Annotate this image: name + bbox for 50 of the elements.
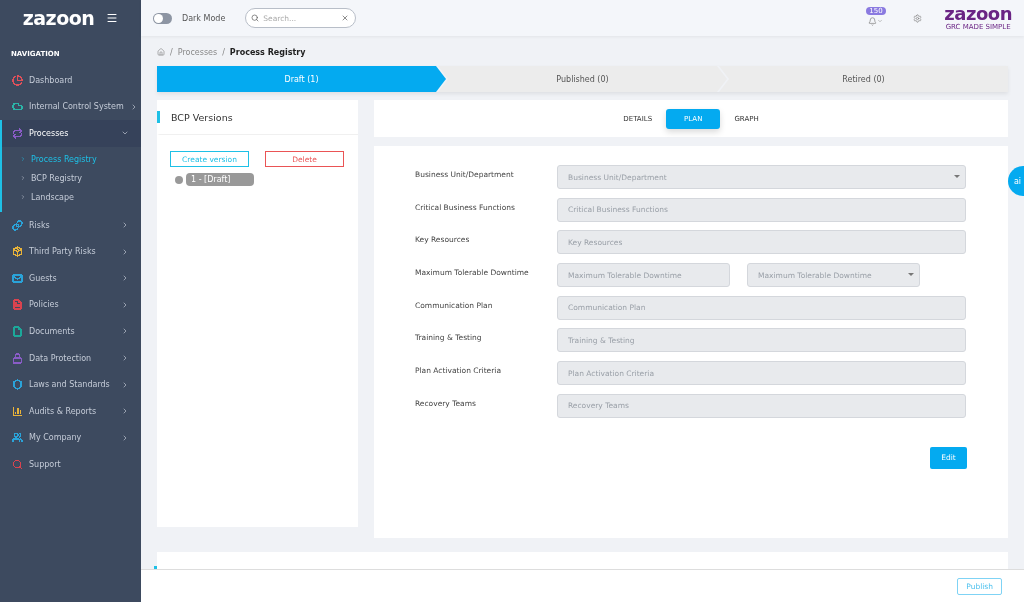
bell-icon — [868, 16, 878, 26]
search-icon — [251, 14, 260, 22]
card-title: BCP Versions — [171, 111, 233, 123]
chevron-right-icon — [121, 300, 129, 309]
caret-icon — [908, 273, 914, 277]
settings-icon[interactable] — [913, 13, 923, 23]
close-icon[interactable] — [341, 14, 350, 22]
nav-item[interactable]: Processes — [0, 120, 141, 147]
chevron-right-icon — [20, 194, 26, 201]
submenu-item[interactable]: Landscape — [2, 187, 141, 207]
logo: zazoon — [22, 7, 95, 29]
nav-item[interactable]: Risks — [0, 211, 141, 239]
chevron-right-icon — [121, 327, 129, 336]
chevron-right-icon — [121, 407, 129, 416]
home-icon[interactable] — [157, 48, 165, 56]
chevron-right-icon — [20, 156, 26, 163]
chevron-down-icon — [877, 18, 884, 24]
breadcrumb-link[interactable]: Processes — [177, 47, 218, 57]
nav-item[interactable]: Data Protection — [0, 344, 141, 372]
menu-icon[interactable] — [106, 12, 119, 24]
nav-item[interactable]: Laws and Standards — [0, 371, 141, 398]
status-step[interactable]: Retired (0) — [719, 66, 1008, 92]
chevron-right-icon — [121, 433, 129, 442]
submenu-item[interactable]: Process Registry — [2, 149, 141, 169]
nav-item[interactable]: Internal Control System — [0, 93, 141, 121]
submenu-item[interactable]: BCP Registry — [2, 168, 141, 188]
chevron-right-icon — [121, 274, 129, 283]
notifications-button[interactable] — [868, 16, 884, 26]
nav-item[interactable]: Third Party Risks — [0, 238, 141, 265]
brand-logo: zazoon — [944, 5, 1012, 23]
nav-item[interactable]: Policies — [0, 291, 141, 319]
breadcrumb-separator: / — [170, 47, 173, 57]
status-step[interactable]: Published (0) — [438, 66, 727, 92]
breadcrumb-separator: / — [222, 47, 225, 57]
chevron-right-icon — [121, 247, 129, 256]
version-dot — [175, 175, 183, 184]
chevron-right-icon — [20, 175, 26, 182]
dark-mode-label: Dark Mode — [182, 13, 226, 23]
chevron-right-icon — [121, 354, 129, 363]
nav-item[interactable]: Support — [0, 451, 141, 478]
chevron-right-icon — [121, 380, 129, 389]
caret-icon — [954, 175, 960, 178]
nav-item[interactable]: Dashboard — [0, 67, 141, 94]
nav-item[interactable]: Audits & Reports — [0, 397, 141, 425]
nav-item[interactable]: My Company — [0, 424, 141, 452]
nav-item[interactable]: Guests — [0, 264, 141, 292]
chevron-right-icon — [121, 221, 129, 230]
breadcrumb-current: Process Registry — [229, 47, 306, 57]
dark-mode-toggle[interactable] — [153, 12, 172, 24]
nav-item[interactable]: Documents — [0, 318, 141, 345]
